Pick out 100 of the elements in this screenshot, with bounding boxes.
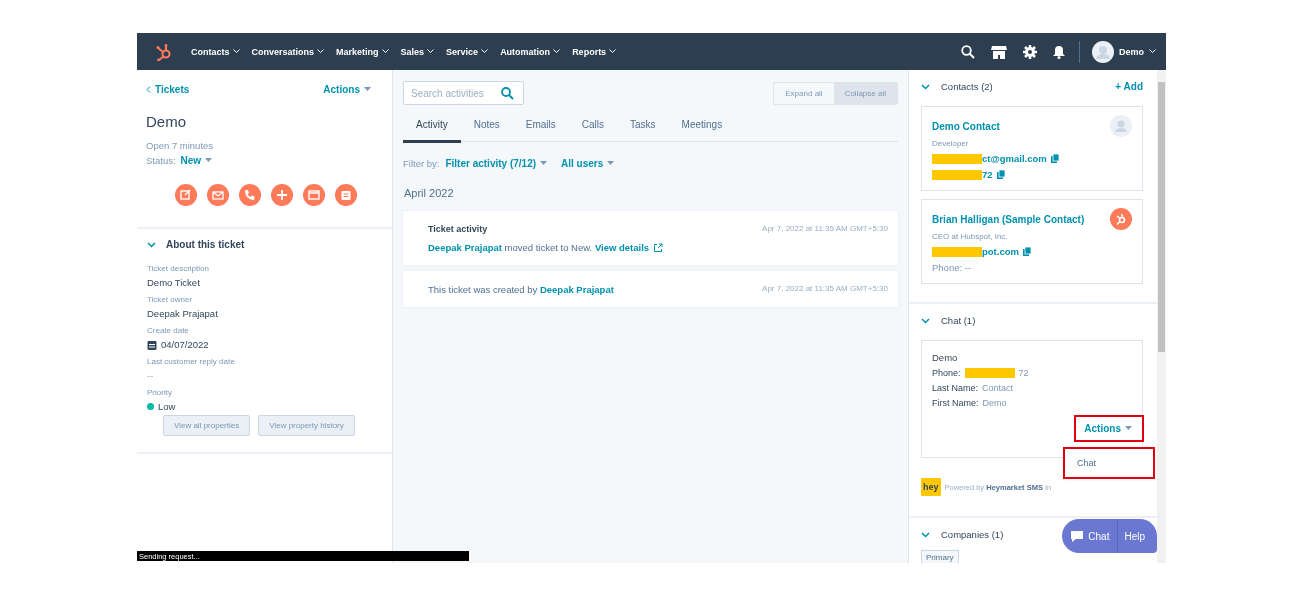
back-link[interactable]: Tickets [146,84,190,95]
contact-detail-link[interactable]: ct@gmail.com [982,153,1047,164]
search-icon [501,87,514,100]
chevron-down-icon [381,49,389,54]
chevron-down-icon [232,49,240,54]
nav-menu-item[interactable]: Contacts [191,46,240,57]
view-details-link[interactable]: View details [594,242,664,253]
contact-detail-link[interactable]: pot.com [982,246,1019,257]
activity-action-button[interactable] [302,184,325,206]
tab[interactable]: Meetings [668,113,736,143]
field-value: Demo [982,398,1007,408]
avatar-icon [1092,40,1114,63]
property-value: -- [147,370,154,381]
field-value: Contact [982,383,1014,393]
timestamp: Apr 7, 2022 at 11:35 AM GMT+5:30 [762,284,888,295]
chat-widget[interactable]: Chat Help [1062,519,1157,553]
tab[interactable]: Emails [512,113,569,143]
chevron-down-icon [427,49,435,54]
section-header[interactable]: Contacts (2) [921,81,993,92]
nav-menu-item[interactable]: Conversations [251,46,325,57]
property-button[interactable]: View all properties [163,415,251,436]
contact-detail: Phone: -- [932,262,972,273]
tab[interactable]: Notes [460,113,513,143]
scrollbar[interactable] [1157,70,1166,563]
actions-dropdown[interactable]: Actions [323,84,371,95]
calendar-icon [147,339,157,350]
settings-icon[interactable] [1023,44,1037,59]
toggle-button[interactable]: Collapse all [833,82,897,104]
nav-menu-item[interactable]: Marketing [336,46,389,57]
property-value: Demo Ticket [147,277,200,288]
property-label: Ticket description [147,264,210,273]
copy-icon[interactable] [996,170,1005,179]
contact-role: CEO at Hubspot, Inc. [932,232,1009,241]
property-label: Create date [147,326,190,335]
filter-label: Filter by: [403,158,440,169]
nav-menu-item[interactable]: Sales [400,46,435,57]
chevron-down-icon [481,49,489,54]
chevron-down-icon [609,49,617,54]
activity-action-button[interactable] [174,184,197,206]
user-menu[interactable]: Demo [1092,40,1156,63]
notification-bell-icon[interactable] [1053,44,1065,59]
search-icon[interactable] [961,44,975,59]
copy-icon[interactable] [1022,247,1031,256]
property-label: Ticket owner [147,295,194,304]
field-label: Phone: [932,368,961,378]
activity-action-button[interactable] [334,184,357,206]
activity-title: Ticket activity [428,224,489,234]
contact-role: Developer [932,139,970,148]
sprocket-logo-icon [1110,208,1132,230]
status-label: Status: [146,155,176,166]
nav-menu-item[interactable]: Service [446,46,489,57]
caret-icon [205,158,213,163]
contact-name-link[interactable]: Demo Contact [932,120,1000,132]
filter-dropdown[interactable]: Filter activity (7/12) [445,158,548,169]
section-header[interactable]: Companies (1) [921,529,1004,540]
contact-name-link[interactable]: Brian Halligan (Sample Contact) [932,213,1085,225]
property-label: Priority [147,388,173,397]
property-value: 04/07/2022 [161,339,209,350]
section-header[interactable]: About this ticket [147,229,382,264]
month-heading: April 2022 [404,187,455,199]
status-dropdown[interactable]: New [180,155,213,166]
user-link[interactable]: Deepak Prajapat [539,284,614,295]
nav-menu-item[interactable]: Automation [500,46,561,57]
activity-action-button[interactable] [206,184,229,206]
ticket-age: Open 7 minutes [146,140,215,151]
copy-icon[interactable] [1050,154,1059,163]
section-header[interactable]: Chat (1) [921,315,976,326]
storefront-icon[interactable] [991,44,1007,59]
chevron-left-icon [146,86,151,93]
caret-icon [364,87,371,92]
ticket-title: Demo [146,113,187,130]
menu-item[interactable]: Chat [1065,449,1153,477]
primary-tag: Primary [921,550,959,563]
activity-text: This ticket was created by [428,284,539,295]
nav-menu-item[interactable]: Reports [572,46,617,57]
timestamp: Apr 7, 2022 at 11:35 AM GMT+5:30 [762,224,888,235]
property-button[interactable]: View property history [258,415,355,436]
activity-action-button[interactable] [238,184,261,206]
window-icon [305,187,322,203]
speech-bubble-icon [1070,529,1085,543]
search-field[interactable]: Search activities [403,81,524,105]
caret-icon [1125,426,1132,431]
chevron-down-icon [1149,49,1156,54]
tab[interactable]: Tasks [617,113,669,143]
property-value: Low [158,401,176,412]
sprocket-logo-icon[interactable] [155,42,173,61]
filter-dropdown[interactable]: All users [561,158,615,169]
external-link-icon [653,242,664,253]
chat-name: Demo [932,352,959,363]
contact-detail-link[interactable]: 72 [982,169,993,180]
caret-icon [540,161,548,166]
avatar-icon [1110,115,1132,137]
add-link[interactable]: + Add [1115,81,1143,92]
field-label: Last Name: [932,383,979,393]
user-link[interactable]: Deepak Prajapat [428,242,502,253]
caret-icon [607,161,615,166]
tab[interactable]: Activity [403,113,461,143]
tab[interactable]: Calls [568,113,618,143]
heymarket-logo: hey [921,478,941,496]
activity-action-button[interactable] [270,184,293,206]
